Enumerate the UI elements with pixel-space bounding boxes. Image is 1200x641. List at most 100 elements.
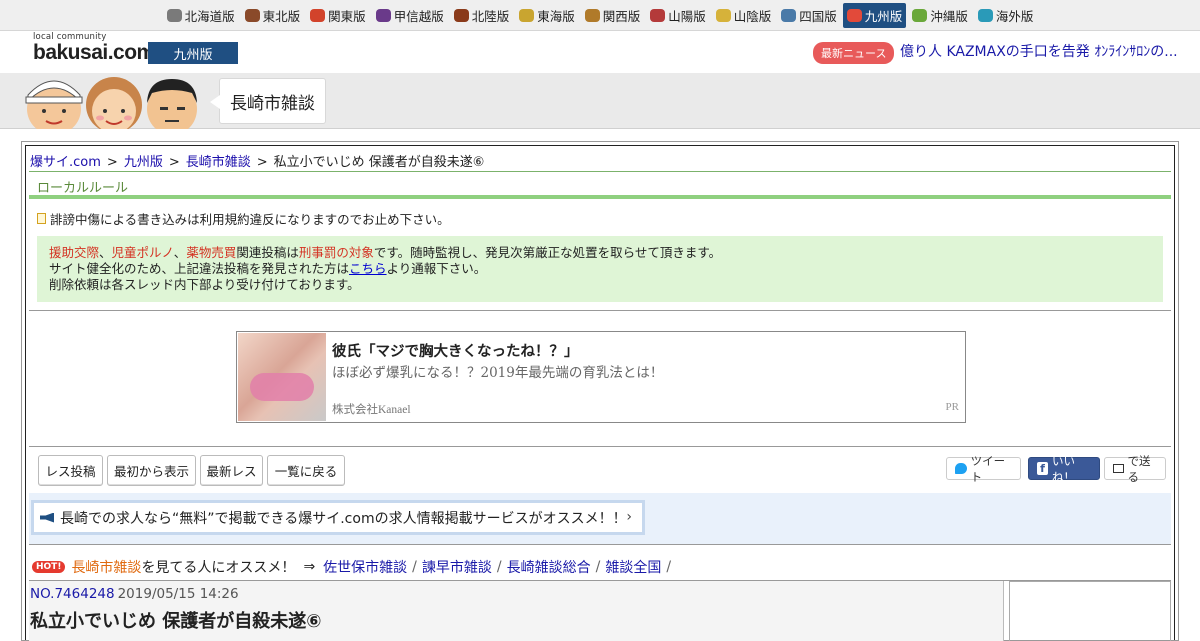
recommend-source-board[interactable]: 長崎市雑談 (71, 557, 141, 577)
recommend-suffix: を見てる人にオススメ！ (141, 560, 296, 576)
news-headline-link[interactable]: 億り人 KAZMAXの手口を告発 ｵﾝﾗｲﾝｻﾛﾝの... (900, 41, 1190, 61)
site-logo[interactable]: local community bakusai.com (33, 33, 155, 63)
region-tab-7[interactable]: 山陽版 (646, 3, 710, 28)
recommend-link-isahaya[interactable]: 諫早市雑談 (422, 557, 492, 577)
hokkaido-icon (166, 8, 182, 22)
legal-notice: 援助交際、児童ポルノ、薬物売買関連投稿は刑事罰の対象です。随時監視し、発見次第厳… (37, 236, 1163, 302)
post-main: NO.7464248 2019/05/15 14:26 私立小でいじめ 保護者が自… (29, 581, 1004, 641)
logo-wordmark: bakusai.com (33, 40, 155, 64)
mail-icon (1113, 464, 1124, 473)
breadcrumb-home[interactable]: 爆サイ.com (30, 155, 101, 170)
reply-button[interactable]: レス投稿 (38, 455, 103, 486)
breadcrumb-board[interactable]: 長崎市雑談 (186, 155, 251, 170)
kansai-icon (584, 8, 600, 22)
region-label: 海外版 (995, 8, 1034, 24)
region-label: 山陽版 (668, 8, 706, 24)
region-label: 関西版 (602, 8, 641, 24)
sanin-icon (715, 8, 731, 22)
content-frame: 爆サイ.com > 九州版 > 長崎市雑談 > 私立小でいじめ 保護者が自殺未遂⑥ ローカル… (21, 141, 1179, 641)
edition-label[interactable]: 九州版 (148, 42, 238, 64)
region-label: 九州版 (864, 8, 903, 24)
post-number[interactable]: NO.7464248 (30, 586, 115, 602)
region-tab-1[interactable]: 東北版 (241, 3, 305, 28)
kyushu-icon (846, 8, 862, 22)
notice-line-3: 削除依頼は各スレッド内下部より受け付けております。 (49, 277, 360, 292)
warning-text: 誹謗中傷による書き込みは利用規約違反になりますのでお止め下さい。 (50, 212, 450, 227)
region-tab-2[interactable]: 関東版 (306, 3, 370, 28)
sponsored-ad[interactable]: 彼氏「マジで胸大きくなったね！？」 ほぼ必ず爆乳になる！？2019年最先端の育乳… (236, 331, 966, 423)
latest-replies-button[interactable]: 最新レス (200, 455, 263, 486)
post-meta: NO.7464248 2019/05/15 14:26 (30, 586, 239, 602)
link-separator: / (412, 559, 417, 575)
kanto-icon (310, 8, 326, 22)
region-label: 東海版 (537, 8, 575, 24)
post-date: 2019/05/15 14:26 (117, 586, 239, 602)
overseas-icon (977, 8, 993, 22)
arrow-icon: ⇒ (303, 559, 316, 575)
back-to-list-button[interactable]: 一覧に戻る (267, 455, 345, 486)
board-banner: 長崎市雑談 (0, 73, 1200, 129)
site-header: local community bakusai.com 九州版 最新ニュース 億… (0, 31, 1200, 73)
report-link[interactable]: こちら (349, 261, 387, 276)
region-tab-0[interactable]: 北海道版 (163, 3, 239, 28)
ad-area: 彼氏「マジで胸大きくなったね！？」 ほぼ必ず爆乳になる！？2019年最先端の育乳… (29, 311, 1171, 447)
region-tab-4[interactable]: 北陸版 (450, 3, 514, 28)
region-tab-12[interactable]: 海外版 (974, 3, 1038, 28)
thread-action-row: レス投稿 最初から表示 最新レス 一覧に戻る ツイート f いいね！ で送る (29, 447, 1171, 493)
board-title: 長崎市雑談 (210, 78, 326, 124)
ad-sponsor: 株式会社Kanael (332, 404, 411, 416)
link-separator: / (666, 559, 672, 575)
job-listing-banner[interactable]: 長崎での求人なら“無料”で掲載できる爆サイ.comの求人情報掲載サービスがオスス… (31, 500, 645, 535)
notice-text: です。随時監視し、発見次第厳正な処置を取らせて頂きます。 (373, 245, 722, 260)
notice-line-2: サイト健全化のため、上記違法投稿を発見された方はこちらより通報下さい。 (49, 261, 1151, 277)
sanyo-icon (650, 8, 666, 22)
ad-title: 彼氏「マジで胸大きくなったね！？」 (332, 343, 579, 360)
memo-icon (37, 213, 46, 224)
twitter-icon (955, 463, 967, 474)
notice-text: サイト健全化のため、上記違法投稿を発見された方は (49, 261, 350, 276)
tweet-button[interactable]: ツイート (946, 454, 1021, 484)
region-tab-5[interactable]: 東海版 (515, 3, 579, 28)
recommend-link-sasebo[interactable]: 佐世保市雑談 (323, 557, 407, 577)
megaphone-icon (40, 512, 54, 523)
link-separator: / (496, 559, 502, 575)
ad-image (238, 333, 326, 421)
tokai-icon (519, 8, 535, 22)
recommend-link-national[interactable]: 雑談全国 (605, 557, 661, 577)
recommended-boards: HOT! 長崎市雑談 を見てる人にオススメ！ ⇒ 佐世保市雑談 / 諫早市雑談 / … (29, 545, 1171, 581)
region-label: 四国版 (799, 8, 837, 24)
region-label: 北海道版 (184, 8, 235, 24)
mail-send-button[interactable]: で送る (1104, 454, 1166, 484)
region-label: 沖縄版 (930, 8, 968, 24)
send-label: で送る (1127, 453, 1151, 484)
post-title: 私立小でいじめ 保護者が自殺未遂⑥ (30, 611, 322, 632)
notice-term-4: 刑事罰の対象 (298, 245, 374, 260)
region-label: 山陰版 (733, 8, 772, 24)
region-tab-6[interactable]: 関西版 (581, 3, 645, 28)
region-tab-11[interactable]: 沖縄版 (908, 3, 972, 28)
mascot-faces-icon (25, 77, 197, 129)
region-tab-8[interactable]: 山陰版 (712, 3, 776, 28)
hot-badge: HOT! (32, 561, 66, 573)
region-tab-10[interactable]: 九州版 (842, 2, 907, 28)
koshinetsu-icon (375, 8, 391, 22)
local-rules-body: 誹謗中傷による書き込みは利用規約違反になりますのでお止め下さい。 援助交際、児童… (29, 199, 1171, 311)
region-tab-9[interactable]: 四国版 (777, 3, 841, 28)
region-label: 東北版 (262, 8, 301, 24)
job-banner-area: 長崎での求人なら“無料”で掲載できる爆サイ.comの求人情報掲載サービスがオスス… (29, 493, 1171, 545)
notice-text: 関連投稿は (236, 245, 299, 260)
facebook-like-button[interactable]: f いいね！ (1028, 454, 1100, 484)
show-from-start-button[interactable]: 最初から表示 (107, 455, 196, 486)
breadcrumb-separator: > (256, 155, 268, 170)
region-label: 甲信越版 (393, 8, 444, 24)
breadcrumb-edition[interactable]: 九州版 (124, 155, 163, 170)
tohoku-icon (244, 8, 260, 22)
breadcrumb-separator: > (106, 155, 118, 170)
chevron-right-icon: › (626, 509, 632, 525)
shikoku-icon (781, 8, 797, 22)
breadcrumb-current: 私立小でいじめ 保護者が自殺未遂⑥ (273, 155, 485, 170)
region-tab-3[interactable]: 甲信越版 (372, 3, 448, 28)
link-separator: / (595, 559, 601, 575)
tweet-label: ツイート (970, 453, 1006, 484)
recommend-link-nagasaki-general[interactable]: 長崎雑談総合 (507, 557, 591, 577)
